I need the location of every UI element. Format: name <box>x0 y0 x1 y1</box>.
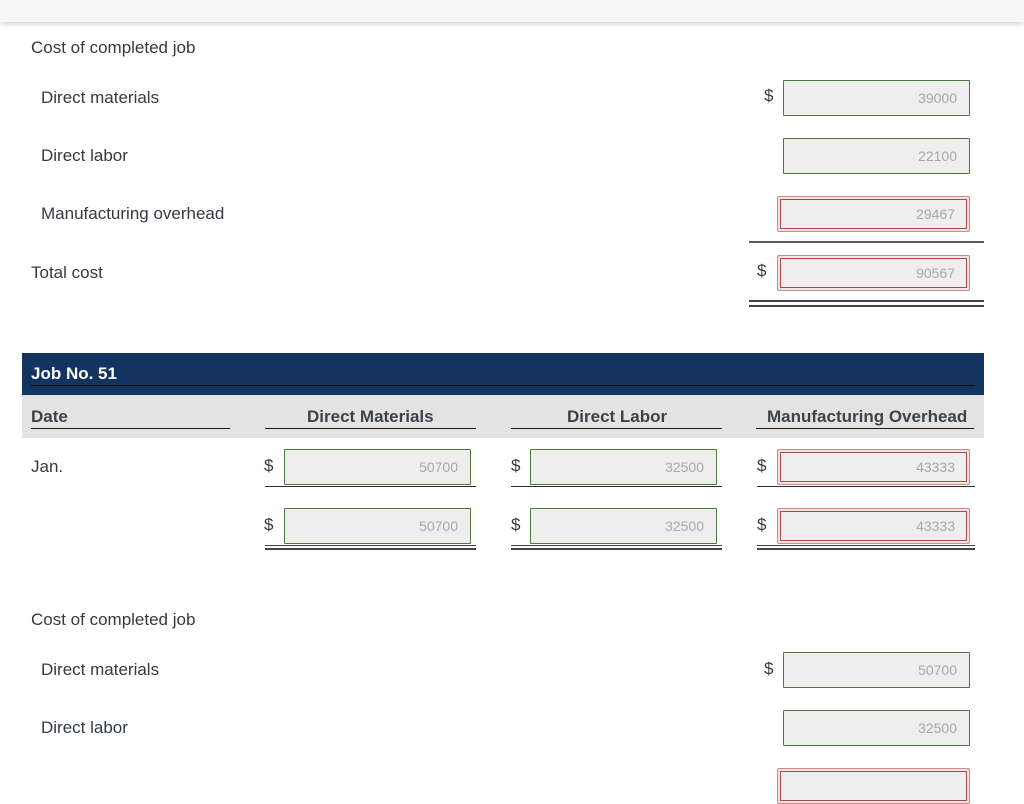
row-label-direct-labor: Direct labor <box>41 146 128 165</box>
date-cell: Jan. <box>31 457 64 476</box>
currency-symbol: $ <box>764 659 774 678</box>
column-header-row: Date Direct Materials Direct Labor Manuf… <box>22 395 984 438</box>
total-double-rule <box>749 300 984 307</box>
job-direct-materials-input[interactable] <box>284 449 471 485</box>
currency-symbol: $ <box>511 515 521 534</box>
column-header-manufacturing-overhead: Manufacturing Overhead <box>767 407 968 426</box>
currency-symbol: $ <box>764 86 774 105</box>
row-label-direct-materials: Direct materials <box>41 88 160 107</box>
job-direct-labor-input[interactable] <box>530 449 717 485</box>
direct-materials-input[interactable] <box>783 80 970 116</box>
section-heading: Cost of completed job <box>31 610 196 629</box>
column-header-date: Date <box>31 407 68 426</box>
currency-symbol: $ <box>757 456 767 475</box>
job-header: Job No. 51 <box>22 353 984 395</box>
column-header-rule <box>511 428 722 429</box>
column-header-rule <box>31 428 230 429</box>
row-label-direct-labor: Direct labor <box>41 718 128 737</box>
column-header-rule <box>756 428 974 429</box>
job-header-rule <box>31 385 975 386</box>
row-label-direct-materials: Direct materials <box>41 660 160 679</box>
top-toolbar <box>0 0 1024 22</box>
job-total-manufacturing-overhead-input[interactable] <box>777 508 970 544</box>
subtotal-rule <box>749 241 984 243</box>
row-label-manufacturing-overhead: Manufacturing overhead <box>41 204 225 223</box>
completed-direct-materials-input[interactable] <box>783 652 970 688</box>
row-rule <box>511 486 722 487</box>
currency-symbol: $ <box>511 456 521 475</box>
job-total-direct-labor-input[interactable] <box>530 508 717 544</box>
total-double-rule <box>265 545 476 550</box>
currency-symbol: $ <box>757 515 767 534</box>
direct-labor-input[interactable] <box>783 138 970 174</box>
currency-symbol: $ <box>264 456 274 475</box>
column-header-rule <box>265 428 476 429</box>
currency-symbol: $ <box>264 515 274 534</box>
row-rule <box>265 486 476 487</box>
completed-manufacturing-overhead-input[interactable] <box>777 768 970 804</box>
row-rule <box>757 486 975 487</box>
currency-symbol: $ <box>757 261 767 280</box>
column-header-direct-materials: Direct Materials <box>307 407 434 426</box>
total-double-rule <box>511 545 722 550</box>
column-header-direct-labor: Direct Labor <box>567 407 668 426</box>
job-title: Job No. 51 <box>31 364 117 383</box>
manufacturing-overhead-input[interactable] <box>777 196 970 232</box>
row-label-total-cost: Total cost <box>31 263 103 282</box>
total-double-rule <box>757 545 975 550</box>
section-heading: Cost of completed job <box>31 38 196 57</box>
total-cost-input[interactable] <box>777 255 970 291</box>
job-manufacturing-overhead-input[interactable] <box>777 449 970 485</box>
completed-direct-labor-input[interactable] <box>783 710 970 746</box>
job-total-direct-materials-input[interactable] <box>284 508 471 544</box>
